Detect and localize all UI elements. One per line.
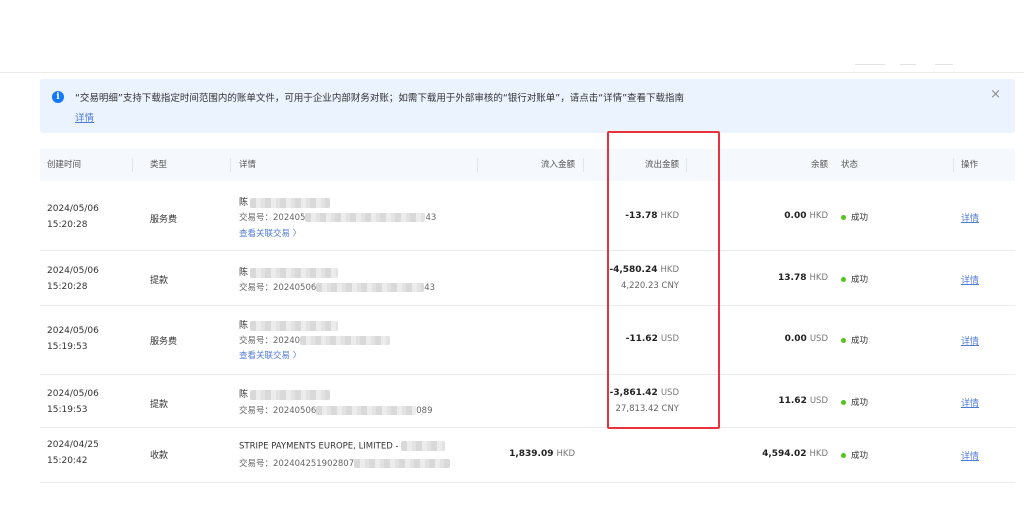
row-detail-link[interactable]: 详情: [961, 211, 979, 224]
table-row: 2024/05/06 15:20:28 提款 陈 交易号：20240506 43 …: [40, 251, 1015, 306]
redacted-text: [401, 441, 446, 451]
row-transaction-no: 交易号：20240506 089: [239, 406, 433, 416]
redacted-text: [250, 389, 331, 400]
redacted-text: [316, 406, 417, 415]
column-type: 类型: [150, 160, 168, 170]
row-status: 成功: [841, 449, 868, 461]
status-dot: [841, 338, 846, 343]
row-date: 2024/04/25: [47, 440, 99, 450]
row-transaction-no: 交易号：20240: [239, 334, 391, 346]
column-detail: 详情: [239, 160, 257, 170]
notice-message: “交易明细”支持下载指定时间范围内的账单文件，可用于企业内部财务对账；如需下载用…: [75, 93, 685, 104]
close-icon[interactable]: ×: [990, 87, 1001, 102]
outflow-highlight-annotation: [607, 131, 720, 429]
row-time: 15:20:28: [47, 220, 88, 230]
row-type: 服务费: [150, 215, 178, 225]
row-status: 成功: [841, 273, 868, 285]
row-date: 2024/05/06: [47, 266, 99, 276]
row-detail-link[interactable]: 详情: [961, 396, 979, 409]
row-balance: 4,594.02 HKD: [762, 449, 828, 459]
notice-detail-link[interactable]: 详情: [75, 110, 94, 124]
status-dot: [841, 453, 846, 458]
row-type: 提款: [150, 276, 169, 286]
row-detail-link[interactable]: 详情: [961, 334, 979, 347]
row-transaction-no: 交易号：20240506 43: [239, 283, 436, 293]
column-balance: 余额: [810, 160, 828, 170]
table-header: 创建时间 类型 详情 流入金额 流出金额 余额 状态 操作: [40, 149, 1015, 181]
status-dot: [841, 277, 846, 282]
row-detail-link[interactable]: 详情: [961, 273, 979, 286]
row-status: 成功: [841, 396, 868, 408]
status-dot: [841, 215, 846, 220]
column-action: 操作: [961, 160, 979, 170]
row-balance: 13.78 HKD: [778, 273, 828, 283]
redacted-text: [250, 267, 339, 278]
column-status: 状态: [841, 160, 859, 170]
row-counterparty: 陈: [239, 265, 339, 278]
column-created-time: 创建时间: [47, 160, 82, 170]
table-row: 2024/05/06 15:20:28 服务费 陈 交易号：202405 43 查…: [40, 182, 1015, 251]
row-date: 2024/05/06: [47, 204, 99, 214]
row-balance: 11.62 USD: [778, 396, 828, 406]
row-transaction-no: 交易号：202405 43: [239, 213, 437, 223]
info-notice: i “交易明细”支持下载指定时间范围内的账单文件，可用于企业内部财务对账；如需下…: [40, 79, 1015, 133]
row-balance: 0.00 USD: [784, 334, 828, 344]
table-row: 2024/04/25 15:20:42 收款 STRIPE PAYMENTS E…: [40, 428, 1015, 483]
column-separator: [583, 158, 584, 172]
row-balance: 0.00 HKD: [784, 211, 828, 221]
row-date: 2024/05/06: [47, 326, 99, 336]
row-status: 成功: [841, 211, 868, 223]
row-type: 提款: [150, 400, 169, 410]
header-divider-fragment: [855, 64, 885, 65]
column-separator: [230, 158, 231, 172]
row-time: 15:20:28: [47, 282, 88, 292]
column-separator: [132, 158, 133, 172]
column-separator: [477, 158, 478, 172]
row-time: 15:20:42: [47, 456, 88, 466]
redacted-text: [250, 320, 339, 331]
row-related-transactions-link[interactable]: 查看关联交易 〉: [239, 349, 301, 361]
top-divider: [0, 72, 1024, 73]
row-time: 15:19:53: [47, 342, 88, 352]
row-counterparty: STRIPE PAYMENTS EUROPE, LIMITED -: [239, 441, 446, 452]
table-row: 2024/05/06 15:19:53 提款 陈 交易号：20240506 089…: [40, 375, 1015, 428]
info-icon: i: [52, 91, 64, 103]
redacted-text: [300, 336, 391, 345]
row-related-transactions-link[interactable]: 查看关联交易 〉: [239, 227, 301, 239]
status-dot: [841, 400, 846, 405]
row-status: 成功: [841, 334, 868, 346]
row-type: 服务费: [150, 337, 178, 347]
redacted-text: [305, 213, 426, 222]
row-counterparty: 陈: [239, 387, 331, 400]
redacted-text: [250, 197, 331, 208]
table-row: 2024/05/06 15:19:53 服务费 陈 交易号：20240 查看关联…: [40, 306, 1015, 375]
redacted-text: [354, 459, 451, 468]
row-detail-link[interactable]: 详情: [961, 449, 979, 462]
header-divider-fragment: [900, 64, 916, 65]
row-counterparty: 陈: [239, 318, 339, 331]
redacted-text: [316, 283, 425, 292]
row-type: 收款: [150, 451, 169, 461]
row-inflow: 1,839.09 HKD: [509, 449, 575, 459]
row-counterparty: 陈: [239, 195, 331, 208]
row-transaction-no: 交易号：202404251902807: [239, 457, 451, 469]
row-date: 2024/05/06: [47, 389, 99, 399]
header-divider-fragment: [935, 64, 953, 65]
column-inflow: 流入金额: [540, 160, 575, 170]
column-separator: [953, 158, 954, 172]
row-time: 15:19:53: [47, 405, 88, 415]
